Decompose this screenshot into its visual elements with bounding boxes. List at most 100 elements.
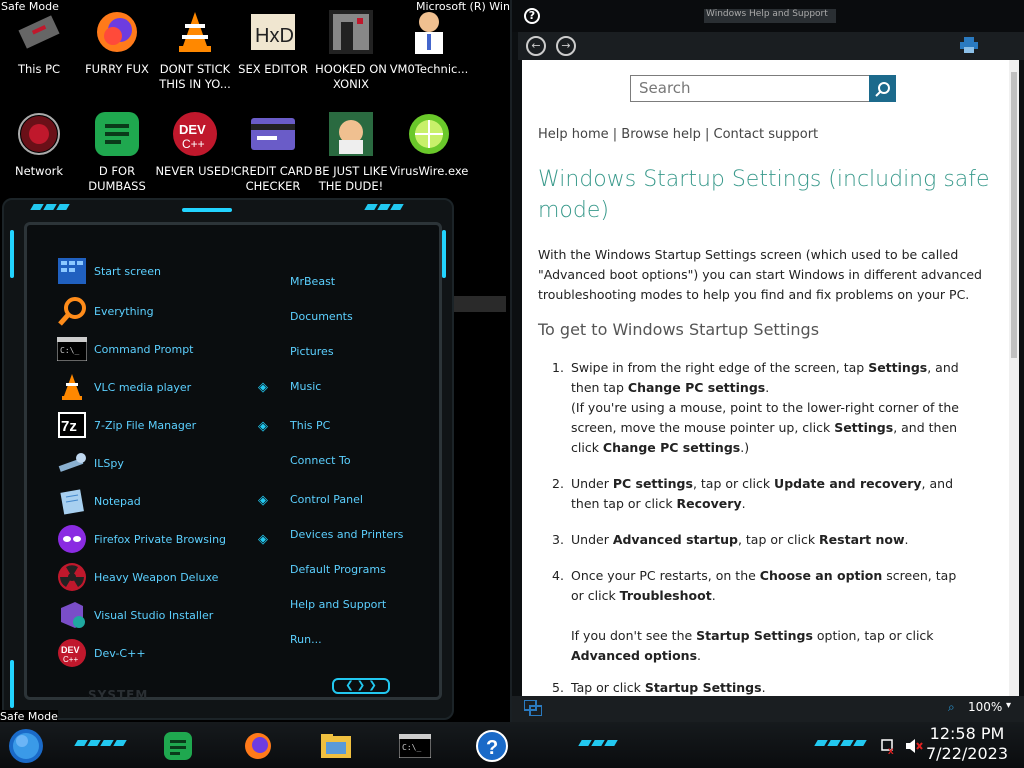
- step-2: 2. Under PC settings, tap or click Update…: [552, 476, 954, 511]
- volume-muted-icon[interactable]: [905, 738, 923, 754]
- start-menu-link-run[interactable]: Run...: [290, 633, 322, 646]
- desktop-icon-dont-stick[interactable]: DONT STICK THIS IN YO...: [159, 8, 231, 92]
- print-icon[interactable]: [960, 37, 978, 53]
- desktop-icon-never-used[interactable]: DEV C++ NEVER USED!: [155, 110, 235, 179]
- taskbar-file-explorer[interactable]: [316, 726, 356, 766]
- scrollbar[interactable]: [1009, 60, 1019, 696]
- desktop-icon-furry-fux[interactable]: FURRY FUX: [81, 8, 153, 77]
- start-menu-item-vlc[interactable]: VLC media player: [56, 370, 191, 404]
- search-input[interactable]: Search: [630, 75, 870, 102]
- svg-text:DEV: DEV: [61, 645, 80, 655]
- taskbar-command-prompt[interactable]: C:\_: [395, 726, 435, 766]
- start-menu-arrows[interactable]: ❮ ❯ ❯: [332, 678, 390, 694]
- search-button[interactable]: [869, 75, 896, 102]
- start-menu-item-command-prompt[interactable]: C:\_ Command Prompt: [56, 332, 194, 366]
- clock[interactable]: 12:58 PM 7/22/2023: [926, 724, 1008, 764]
- vlc-icon: [171, 8, 219, 56]
- expand-arrow-icon[interactable]: ◈: [258, 419, 268, 434]
- back-arrow-icon[interactable]: ←: [526, 36, 546, 56]
- intro-paragraph: With the Windows Startup Settings screen…: [538, 247, 982, 302]
- start-menu-item-vs-installer[interactable]: Visual Studio Installer: [56, 598, 213, 632]
- start-menu-accent: [10, 660, 14, 708]
- cmd-icon: C:\_: [56, 333, 88, 365]
- browse-help-link[interactable]: Browse help: [621, 127, 701, 142]
- forward-arrow-icon[interactable]: →: [556, 36, 576, 56]
- start-menu-item-devcpp[interactable]: DEV C++ Dev-C++: [56, 636, 146, 670]
- start-menu-link-music[interactable]: Music: [290, 380, 321, 393]
- page-title: Windows Startup Settings (including safe…: [538, 167, 990, 223]
- start-menu-link-devices-printers[interactable]: Devices and Printers: [290, 528, 403, 541]
- taskbar-firefox[interactable]: [238, 726, 278, 766]
- taskbar: [0, 722, 1024, 768]
- help-statusbar: ⌕ 100% ▾: [512, 696, 1024, 722]
- folder-icon: [321, 734, 351, 758]
- 7zip-icon: 7z: [56, 409, 88, 441]
- taskbar-accent: [814, 740, 867, 748]
- firefox-icon: [93, 8, 141, 56]
- window-switch-icon[interactable]: [523, 699, 543, 717]
- start-menu-item-notepad[interactable]: Notepad: [56, 484, 141, 518]
- start-menu-item-7zip[interactable]: 7z 7-Zip File Manager: [56, 408, 196, 442]
- chevron-down-icon[interactable]: ▾: [1006, 700, 1011, 711]
- desktop-icon-be-just-like-the-dude[interactable]: BE JUST LIKE THE DUDE!: [314, 110, 388, 194]
- expand-arrow-icon[interactable]: ◈: [258, 493, 268, 508]
- zoom-level[interactable]: 100%: [968, 700, 1002, 714]
- network-icon: [15, 110, 63, 158]
- desktop: Safe Mode Microsoft (R) Wind C C H This …: [0, 0, 1024, 768]
- start-menu-item-everything[interactable]: Everything: [56, 294, 154, 328]
- taskbar-d-app[interactable]: [158, 726, 198, 766]
- taskbar-accent: [74, 740, 127, 748]
- start-menu-link-pictures[interactable]: Pictures: [290, 345, 334, 358]
- network-status-icon[interactable]: x: [880, 738, 896, 757]
- vs-installer-icon: [56, 599, 88, 631]
- svg-text:C++: C++: [182, 137, 205, 151]
- doctor-icon: [405, 8, 453, 56]
- desktop-icon-sex-editor[interactable]: HxD SEX EDITOR: [237, 8, 309, 77]
- section-heading: To get to Windows Startup Settings: [538, 320, 820, 339]
- svg-text:C:\_: C:\_: [402, 743, 421, 752]
- desktop-icon-credit-card-checker[interactable]: CREDIT CARD CHECKER: [234, 110, 312, 194]
- background-window-strip: [454, 296, 506, 312]
- start-menu-link-connect-to[interactable]: Connect To: [290, 454, 351, 467]
- desktop-icon-vm0technic[interactable]: VM0Technic...: [390, 8, 468, 77]
- start-menu-link-documents[interactable]: Documents: [290, 310, 353, 323]
- start-button[interactable]: [6, 726, 46, 766]
- expand-arrow-icon[interactable]: ◈: [258, 532, 268, 547]
- start-menu-item-start-screen[interactable]: Start screen: [56, 254, 161, 288]
- help-nav-links: Help home | Browse help | Contact suppor…: [538, 127, 819, 142]
- help-icon: ?: [524, 8, 540, 24]
- help-window: ? Windows Help and Support ← → Search He…: [510, 0, 1024, 722]
- expand-arrow-icon[interactable]: ◈: [258, 380, 268, 395]
- start-menu-link-this-pc[interactable]: This PC: [290, 419, 330, 432]
- credit-card-icon: [249, 110, 297, 158]
- taskbar-help[interactable]: ?: [472, 726, 512, 766]
- help-icon: ?: [476, 730, 508, 762]
- help-home-link[interactable]: Help home: [538, 127, 609, 142]
- ilspy-icon: [56, 447, 88, 479]
- start-menu-accent: [364, 204, 404, 212]
- contact-support-link[interactable]: Contact support: [714, 127, 819, 142]
- start-menu-link-default-programs[interactable]: Default Programs: [290, 563, 386, 576]
- start-screen-icon: [56, 255, 88, 287]
- desktop-icon-d-for-dumbass[interactable]: D FOR DUMBASS: [81, 110, 153, 194]
- start-menu-link-control-panel[interactable]: Control Panel: [290, 493, 363, 506]
- d-icon: [164, 732, 192, 760]
- start-menu-system-label: SYSTEM: [88, 688, 149, 702]
- start-menu-link-mrbeast[interactable]: MrBeast: [290, 275, 335, 288]
- help-titlebar: ? Windows Help and Support: [512, 0, 1024, 32]
- desktop-icon-hooked-on-xonix[interactable]: HOOKED ON XONIX: [315, 8, 387, 92]
- desktop-icon-this-pc[interactable]: This PC: [3, 8, 75, 77]
- start-menu-accent: [30, 204, 70, 212]
- start-menu-item-heavy-weapon[interactable]: Heavy Weapon Deluxe: [56, 560, 218, 594]
- d-icon: [93, 110, 141, 158]
- firefox-private-icon: [56, 523, 88, 555]
- desktop-icon-viruswire[interactable]: VirusWire.exe: [390, 110, 468, 179]
- desktop-icon-network[interactable]: Network: [3, 110, 75, 179]
- start-menu-item-ilspy[interactable]: ILSpy: [56, 446, 124, 480]
- step-5: 5. Tap or click Startup Settings.: [552, 680, 766, 695]
- xonix-icon: [327, 8, 375, 56]
- scrollbar-thumb[interactable]: [1011, 72, 1017, 358]
- start-menu-item-firefox-private[interactable]: Firefox Private Browsing: [56, 522, 226, 556]
- start-menu-link-help-support[interactable]: Help and Support: [290, 598, 386, 611]
- clock-date: 7/22/2023: [925, 744, 1008, 763]
